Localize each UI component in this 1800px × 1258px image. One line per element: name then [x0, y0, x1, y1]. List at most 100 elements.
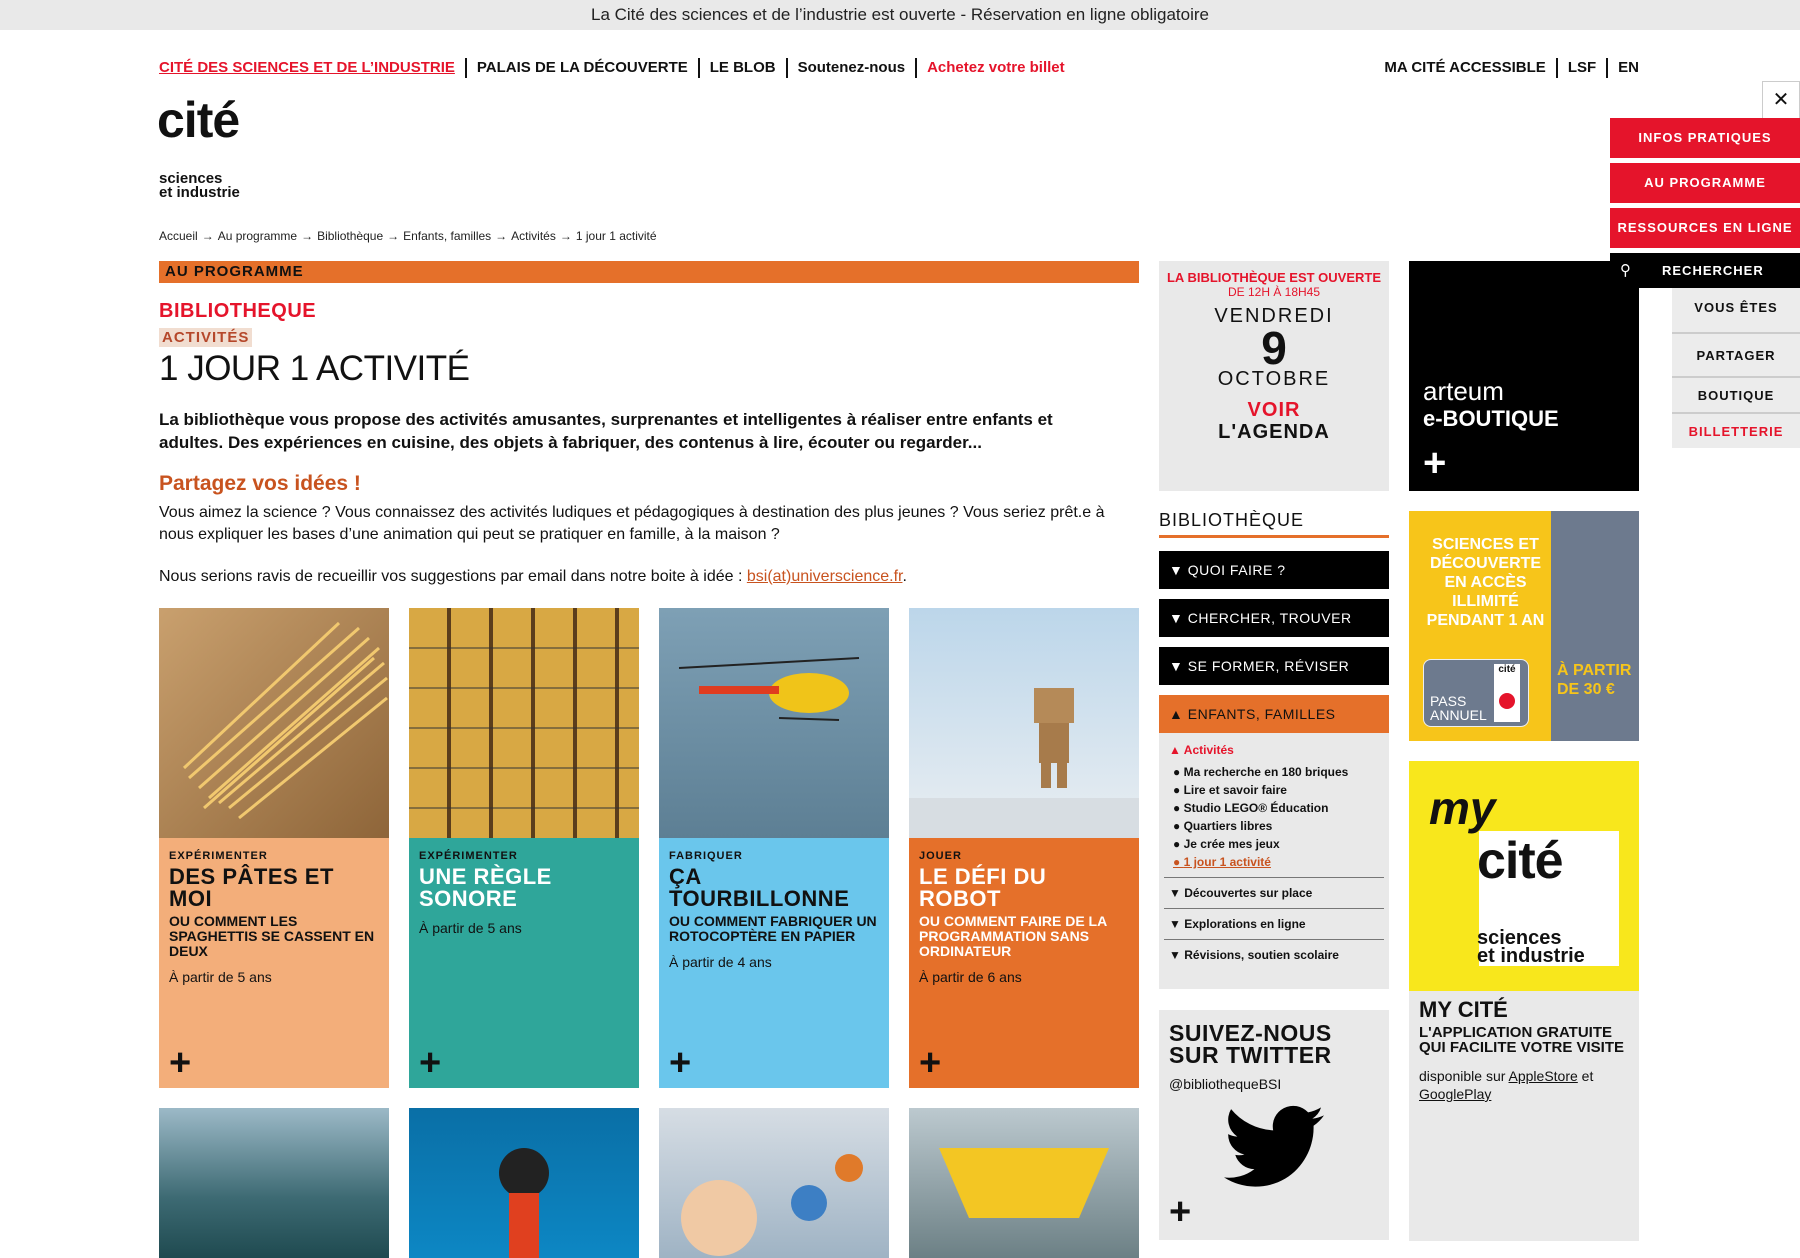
card-age: À partir de 5 ans — [419, 920, 522, 936]
card-tourbillonne[interactable]: FABRIQUER ÇA TOURBILLONNE OU COMMENT FAB… — [659, 608, 889, 1088]
crumb-accueil[interactable]: Accueil — [159, 229, 198, 243]
calendar-agenda[interactable]: L'AGENDA — [1159, 422, 1389, 442]
crumb-programme[interactable]: Au programme — [218, 229, 297, 243]
submenu-activites[interactable]: ▲ Activités — [1159, 733, 1389, 757]
share-text: Vous aimez la science ? Vous connaissez … — [159, 504, 1105, 543]
list-item-label: Lire et savoir faire — [1183, 783, 1287, 797]
close-icon[interactable]: ✕ — [1762, 81, 1800, 119]
pass-card: cité PASS ANNUEL — [1423, 659, 1529, 727]
email-link[interactable]: bsi(at)universcience.fr — [747, 568, 903, 585]
top-nav: CITÉ DES SCIENCES ET DE L’INDUSTRIE PALA… — [159, 58, 1075, 78]
search-label: RECHERCHER — [1662, 263, 1764, 278]
mycite-text: MY CITÉ L'APPLICATION GRATUITE QUI FACIL… — [1409, 991, 1639, 1241]
accordion-enfants-header[interactable]: ▲ ENFANTS, FAMILLES — [1159, 695, 1389, 733]
logo-subtitle: sciences et industrie — [159, 171, 240, 200]
mycite-promo[interactable]: my cité sciences et industrie — [1409, 761, 1639, 991]
nav-soutenez[interactable]: Soutenez-nous — [788, 58, 918, 78]
accordion-former[interactable]: ▼ SE FORMER, RÉVISER — [1159, 647, 1389, 685]
nav-en[interactable]: EN — [1608, 58, 1639, 78]
plus-icon[interactable]: + — [169, 1044, 191, 1082]
billetterie-button[interactable]: BILLETTERIE — [1672, 412, 1800, 448]
pass-annuel-promo[interactable]: SCIENCES ET DÉCOUVERTE EN ACCÈS ILLIMITÉ… — [1409, 511, 1639, 741]
menu-revisions[interactable]: ▼ Révisions, soutien scolaire — [1164, 939, 1384, 970]
nav-blob[interactable]: LE BLOB — [700, 58, 788, 78]
mycite-availability: disponible sur AppleStore et GooglePlay — [1419, 1067, 1629, 1103]
infos-pratiques-button[interactable]: INFOS PRATIQUES — [1610, 118, 1800, 158]
vous-etes-button[interactable]: VOUS ÊTES — [1672, 288, 1800, 332]
plus-icon[interactable]: + — [1169, 1191, 1191, 1234]
mycite-sub: sciences et industrie — [1477, 928, 1585, 966]
card-title: UNE RÈGLE SONORE — [419, 864, 552, 911]
card-image-spaghetti — [159, 608, 389, 838]
triangle-up-icon: ▲ — [1169, 743, 1181, 757]
card-image-planets[interactable] — [659, 1108, 889, 1258]
mycite-my: my — [1429, 782, 1496, 834]
plus-icon[interactable]: + — [669, 1044, 691, 1082]
twitter-handle[interactable]: @bibliothequeBSI — [1169, 1076, 1379, 1092]
card-image-waves[interactable] — [159, 1108, 389, 1258]
helicopter-illustration — [678, 657, 860, 721]
card-age: À partir de 4 ans — [669, 954, 772, 970]
plus-icon[interactable]: + — [419, 1044, 441, 1082]
category-tag[interactable]: ACTIVITÉS — [159, 328, 253, 347]
crumb-activites[interactable]: Activités — [511, 229, 556, 243]
list-item-label: Je crée mes jeux — [1183, 837, 1280, 851]
top-banner: La Cité des sciences et de l’industrie e… — [0, 0, 1800, 30]
diver-illustration — [499, 1148, 549, 1258]
nav-billet[interactable]: Achetez votre billet — [917, 58, 1075, 78]
twitter-box[interactable]: SUIVEZ-NOUS SUR TWITTER @bibliothequeBSI… — [1159, 1010, 1389, 1240]
logo[interactable]: cité — [157, 92, 240, 148]
card-image-boat[interactable] — [909, 1108, 1139, 1258]
list-item[interactable]: ● Quartiers libres — [1173, 817, 1389, 835]
pass-text: SCIENCES ET DÉCOUVERTE EN ACCÈS ILLIMITÉ… — [1426, 536, 1545, 629]
partager-button[interactable]: PARTAGER — [1672, 332, 1800, 376]
boutique-button[interactable]: BOUTIQUE — [1672, 376, 1800, 412]
calendar-voir[interactable]: VOIR — [1159, 399, 1389, 422]
suggest-label: Nous serions ravis de recueillir vos sug… — [159, 568, 747, 585]
triangle-up-icon: ▲ — [1169, 706, 1184, 722]
plus-icon[interactable]: + — [919, 1044, 941, 1082]
section-bar: AU PROGRAMME — [159, 261, 1139, 283]
au-programme-button[interactable]: AU PROGRAMME — [1610, 163, 1800, 203]
search-button[interactable]: ⚲ RECHERCHER — [1610, 253, 1800, 288]
triangle-down-icon: ▼ — [1169, 917, 1181, 931]
nav-cite[interactable]: CITÉ DES SCIENCES ET DE L’INDUSTRIE — [159, 58, 467, 78]
nav-lsf[interactable]: LSF — [1558, 58, 1609, 78]
accordion-chercher[interactable]: ▼ CHERCHER, TROUVER — [1159, 599, 1389, 637]
boutique-promo[interactable]: arteum e-BOUTIQUE + — [1409, 261, 1639, 491]
plus-icon[interactable]: + — [1423, 441, 1446, 486]
submenu-label: Activités — [1183, 743, 1234, 757]
pass-price: À PARTIR DE 30 € — [1557, 662, 1632, 698]
triangle-down-icon: ▼ — [1169, 562, 1184, 578]
list-item[interactable]: ● Studio LEGO® Éducation — [1173, 799, 1389, 817]
card-image-diver[interactable] — [409, 1108, 639, 1258]
kicker: BIBLIOTHEQUE — [159, 300, 317, 322]
card-robot[interactable]: JOUER LE DÉFI DU ROBOT OU COMMENT FAIRE … — [909, 608, 1139, 1088]
crumb-bibliotheque[interactable]: Bibliothèque — [317, 229, 383, 243]
calendar-month: OCTOBRE — [1217, 368, 1331, 390]
menu-explorations[interactable]: ▼ Explorations en ligne — [1164, 908, 1384, 939]
card-pates[interactable]: EXPÉRIMENTER DES PÂTES ET MOI OU COMMENT… — [159, 608, 389, 1088]
accordion-quoi-faire[interactable]: ▼ QUOI FAIRE ? — [1159, 551, 1389, 589]
card-image-helicopter — [659, 608, 889, 838]
ressources-button[interactable]: RESSOURCES EN LIGNE — [1610, 208, 1800, 248]
pass-card-logo: cité — [1498, 664, 1516, 675]
crumb-enfants[interactable]: Enfants, familles — [403, 229, 491, 243]
card-age: À partir de 6 ans — [919, 969, 1022, 985]
card-title: LE DÉFI DU ROBOT — [919, 864, 1047, 911]
menu-decouvertes[interactable]: ▼ Découvertes sur place — [1164, 877, 1384, 908]
list-item[interactable]: ● Ma recherche en 180 briques — [1173, 763, 1389, 781]
googleplay-link[interactable]: GooglePlay — [1419, 1086, 1491, 1102]
mycite-title: MY CITÉ — [1419, 997, 1508, 1022]
card-regle[interactable]: EXPÉRIMENTER UNE RÈGLE SONORE À partir d… — [409, 608, 639, 1088]
accordion-label: SE FORMER, RÉVISER — [1187, 658, 1350, 674]
applestore-link[interactable]: AppleStore — [1509, 1068, 1578, 1084]
list-item[interactable]: ● Je crée mes jeux — [1173, 835, 1389, 853]
nav-accessible[interactable]: MA CITÉ ACCESSIBLE — [1374, 58, 1558, 78]
calendar-box[interactable]: LA BIBLIOTHÈQUE EST OUVERTE DE 12H À 18H… — [1159, 261, 1389, 491]
list-item[interactable]: ● Lire et savoir faire — [1173, 781, 1389, 799]
boutique-label: e-BOUTIQUE — [1423, 406, 1559, 431]
accordion-enfants: ▲ ENFANTS, FAMILLES ▲ Activités ● Ma rec… — [1159, 695, 1389, 989]
nav-palais[interactable]: PALAIS DE LA DÉCOUVERTE — [467, 58, 700, 78]
list-item-active[interactable]: ● 1 jour 1 activité — [1173, 853, 1389, 871]
